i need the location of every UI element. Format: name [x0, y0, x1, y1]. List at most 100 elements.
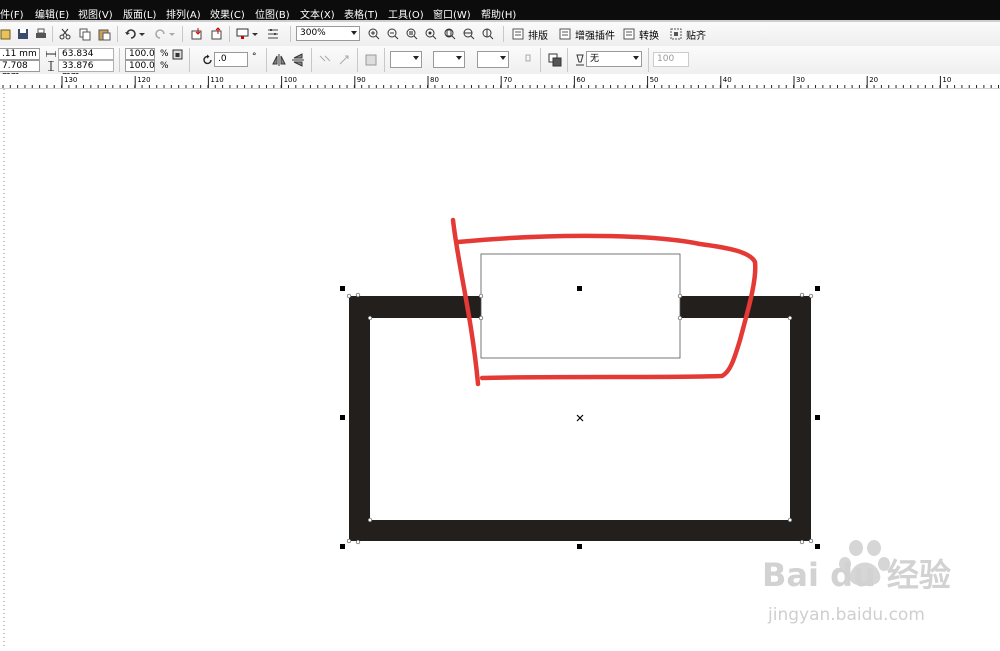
ruler-label: 120 — [137, 76, 150, 84]
paste-icon[interactable] — [97, 27, 111, 41]
redo-icon[interactable] — [153, 27, 167, 41]
lock-ratio-icon[interactable] — [172, 49, 183, 60]
zoom-level-select[interactable]: 300% — [296, 26, 360, 41]
mirror-horizontal-icon[interactable] — [272, 53, 286, 67]
property-bar: .11 mm 7.708 mm 63.834 mm 33.876 mm 100.… — [0, 46, 1000, 81]
undo-icon[interactable] — [124, 27, 138, 41]
fill-color-select[interactable] — [390, 51, 422, 68]
ruler-label: 60 — [576, 76, 585, 84]
outline-size-field[interactable]: 100 — [653, 52, 689, 67]
menu-arrange[interactable]: 排列(A) — [166, 6, 201, 21]
baidu-paw-logo: Bai du 经验 jingyan.baidu.com — [762, 540, 951, 625]
chevron-down-icon — [633, 56, 639, 60]
width-field[interactable]: 63.834 mm — [58, 48, 114, 69]
menu-bar: 件(F) 编辑(E) 视图(V) 版面(L) 排列(A) 效果(C) 位图(B)… — [0, 0, 1000, 22]
menu-text[interactable]: 文本(X) — [300, 6, 335, 21]
outline-width-value: 无 — [590, 54, 600, 64]
enhance-plugin-label[interactable]: 增强插件 — [575, 27, 615, 42]
position-y-field[interactable]: 7.708 mm — [0, 60, 40, 81]
convert-tool-label[interactable]: 转换 — [639, 27, 659, 42]
pin-icon[interactable] — [521, 53, 535, 67]
redo-dropdown-icon[interactable] — [168, 27, 176, 41]
menu-effects[interactable]: 效果(C) — [210, 6, 245, 21]
rotate-icon — [203, 54, 212, 65]
position-x-field[interactable]: .11 mm — [0, 48, 40, 60]
zoom-in-icon[interactable] — [367, 27, 381, 41]
inner-rectangle[interactable] — [480, 253, 681, 359]
undo-dropdown-icon[interactable] — [138, 27, 146, 41]
zoom-out-icon[interactable] — [386, 27, 400, 41]
ruler-label: 50 — [650, 76, 659, 84]
separator — [290, 26, 291, 42]
outline-width-select[interactable]: 无 — [586, 51, 642, 67]
print-icon[interactable] — [34, 27, 48, 41]
cut-icon[interactable] — [58, 27, 72, 41]
launcher-dropdown-icon[interactable] — [251, 27, 259, 41]
horizontal-ruler[interactable]: 130 120 110 100 90 80 70 60 50 40 30 20 10 — [0, 74, 1000, 89]
export-icon[interactable] — [210, 27, 224, 41]
chevron-down-icon — [500, 56, 506, 60]
separator — [384, 48, 385, 72]
menu-table[interactable]: 表格(T) — [344, 6, 378, 21]
options-icon[interactable] — [266, 27, 280, 41]
line-style-select[interactable] — [477, 51, 509, 68]
inner-center-handle[interactable] — [577, 286, 582, 291]
separator — [567, 48, 568, 72]
arrange-icon[interactable] — [548, 53, 562, 67]
height-field[interactable]: 33.876 mm — [58, 60, 114, 81]
zoom-height-icon[interactable] — [481, 27, 495, 41]
enhance-plugin-icon[interactable] — [558, 27, 572, 41]
ruler-label: 40 — [723, 76, 732, 84]
chevron-down-icon — [456, 56, 462, 60]
menu-help[interactable]: 帮助(H) — [481, 6, 516, 21]
ruler-scale: 130 120 110 100 90 80 70 60 50 40 30 20 10 — [2, 76, 1000, 88]
watermark-brand: Bai du 经验 — [762, 556, 951, 594]
ruler-label: 20 — [869, 76, 878, 84]
import-icon[interactable] — [190, 27, 204, 41]
wrap-text-icon[interactable] — [318, 53, 332, 67]
position-x-value: .11 mm — [2, 49, 37, 59]
rotation-field[interactable]: .0 — [214, 52, 248, 67]
separator — [189, 48, 190, 72]
menu-layout[interactable]: 版面(L) — [123, 6, 156, 21]
separator — [311, 48, 312, 72]
zoom-page-icon[interactable] — [443, 27, 457, 41]
ruler-label: 90 — [357, 76, 366, 84]
layout-tool-label[interactable]: 排版 — [528, 27, 548, 42]
group-icon[interactable] — [364, 53, 378, 67]
open-icon[interactable] — [0, 27, 14, 41]
chevron-down-icon — [351, 31, 357, 35]
scale-x-field[interactable]: 100.0 — [125, 48, 155, 60]
zoom-selected-icon[interactable] — [405, 27, 419, 41]
outline-color-select[interactable] — [433, 51, 465, 68]
convert-tool-icon[interactable] — [622, 27, 636, 41]
zoom-width-icon[interactable] — [462, 27, 476, 41]
layout-tool-icon[interactable] — [511, 27, 525, 41]
save-icon[interactable] — [16, 27, 30, 41]
menu-edit[interactable]: 编辑(E) — [35, 6, 69, 21]
menu-bitmaps[interactable]: 位图(B) — [255, 6, 290, 21]
menu-file[interactable]: 件(F) — [0, 6, 24, 21]
ruler-label: 110 — [210, 76, 223, 84]
menu-view[interactable]: 视图(V) — [78, 6, 113, 21]
to-front-icon[interactable] — [337, 53, 351, 67]
snap-icon[interactable] — [669, 27, 683, 41]
width-arrow-icon — [46, 51, 56, 57]
separator — [182, 26, 183, 42]
menu-window[interactable]: 窗口(W) — [433, 6, 471, 21]
chevron-down-icon — [413, 56, 419, 60]
snap-label[interactable]: 贴齐 — [686, 27, 706, 42]
outline-size-value: 100 — [657, 54, 675, 64]
baidu-jingyan-watermark: Bai du 经验 jingyan.baidu.com — [760, 540, 990, 630]
separator — [52, 26, 53, 42]
zoom-all-icon[interactable] — [424, 27, 438, 41]
center-mark-icon — [576, 414, 584, 422]
copy-icon[interactable] — [78, 27, 92, 41]
scale-y-field[interactable]: 100.0 — [125, 60, 155, 72]
ruler-label: 70 — [503, 76, 512, 84]
mirror-vertical-icon[interactable] — [291, 53, 305, 67]
ruler-label: 100 — [284, 76, 297, 84]
menu-tools[interactable]: 工具(O) — [388, 6, 424, 21]
application-launcher-icon[interactable] — [236, 27, 250, 41]
separator — [266, 48, 267, 72]
